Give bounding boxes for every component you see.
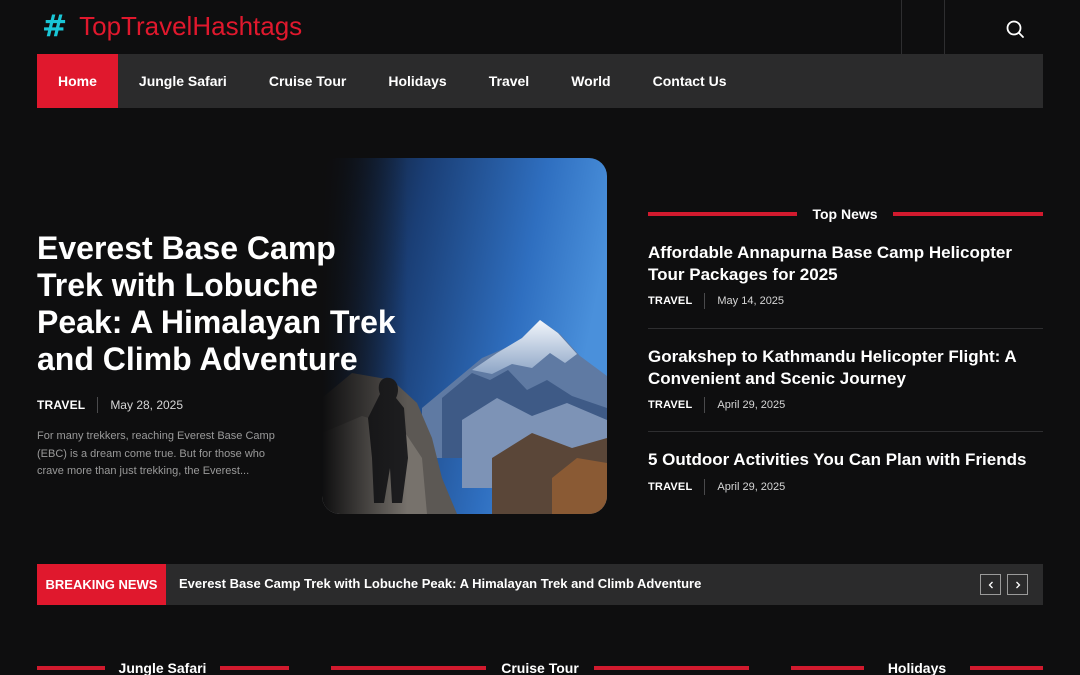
top-news-category[interactable]: TRAVEL (648, 399, 692, 411)
section-label[interactable]: Holidays (864, 660, 970, 675)
top-news-item: 5 Outdoor Activities You Can Plan with F… (648, 449, 1043, 495)
nav-item-holidays[interactable]: Holidays (367, 54, 467, 108)
heading-rule (648, 212, 797, 216)
logo-hash: # (42, 9, 68, 44)
meta-divider (704, 293, 706, 309)
top-news-item: Affordable Annapurna Base Camp Helicopte… (648, 242, 1043, 309)
nav-item-home[interactable]: Home (37, 54, 118, 108)
top-news-meta: TRAVEL May 14, 2025 (648, 293, 1043, 309)
top-news-category[interactable]: TRAVEL (648, 481, 692, 493)
hero-title[interactable]: Everest Base Camp Trek with Lobuche Peak… (37, 230, 397, 378)
nav-item-world[interactable]: World (550, 54, 631, 108)
heading-rule (791, 666, 864, 670)
section-heading-holidays: Holidays (791, 658, 1043, 675)
heading-rule (594, 666, 749, 670)
breaking-next-button[interactable] (1007, 574, 1028, 595)
nav-item-travel[interactable]: Travel (468, 54, 550, 108)
heading-rule (220, 666, 289, 670)
top-news-divider (648, 328, 1043, 329)
top-news-date: April 29, 2025 (717, 399, 786, 411)
nav-item-jungle-safari[interactable]: Jungle Safari (118, 54, 248, 108)
heading-rule (893, 212, 1043, 216)
hero-category[interactable]: TRAVEL (37, 398, 85, 412)
section-label[interactable]: Cruise Tour (486, 660, 594, 675)
meta-divider (704, 478, 706, 495)
heading-rule (970, 666, 1043, 670)
top-news-divider (648, 431, 1043, 432)
breaking-news-label: BREAKING NEWS (37, 564, 166, 605)
top-news-item: Gorakshep to Kathmandu Helicopter Flight… (648, 346, 1043, 413)
search-button[interactable] (1002, 16, 1028, 42)
meta-divider (704, 397, 706, 413)
chevron-left-icon (988, 581, 993, 588)
section-label[interactable]: Jungle Safari (105, 660, 220, 675)
site-logo[interactable]: # TopTravelHashtags (42, 9, 302, 44)
top-news-date: May 14, 2025 (717, 295, 785, 307)
site-header: # TopTravelHashtags (0, 0, 1080, 54)
search-icon (1006, 20, 1024, 38)
hero-meta: TRAVEL May 28, 2025 (37, 397, 183, 413)
hero-date: May 28, 2025 (110, 398, 184, 412)
top-news-heading: Top News (648, 204, 1043, 224)
top-news-title[interactable]: 5 Outdoor Activities You Can Plan with F… (648, 449, 1043, 471)
heading-rule (331, 666, 486, 670)
breaking-news-headline[interactable]: Everest Base Camp Trek with Lobuche Peak… (179, 564, 701, 603)
section-heading-cruise-tour: Cruise Tour (331, 658, 749, 675)
heading-rule (37, 666, 105, 670)
top-news-date: April 29, 2025 (717, 480, 786, 493)
section-heading-jungle-safari: Jungle Safari (37, 658, 289, 675)
meta-divider (97, 397, 99, 413)
top-news-label: Top News (812, 206, 878, 222)
header-divider (944, 0, 945, 54)
logo-text: TopTravelHashtags (79, 11, 303, 41)
breaking-news-bar: BREAKING NEWS Everest Base Camp Trek wit… (37, 564, 1043, 605)
chevron-right-icon (1015, 581, 1020, 588)
top-news-title[interactable]: Affordable Annapurna Base Camp Helicopte… (648, 242, 1043, 285)
main-nav: Home Jungle Safari Cruise Tour Holidays … (37, 54, 1043, 108)
top-news-title[interactable]: Gorakshep to Kathmandu Helicopter Flight… (648, 346, 1043, 389)
top-news-meta: TRAVEL April 29, 2025 (648, 478, 1043, 495)
top-news-meta: TRAVEL April 29, 2025 (648, 397, 1043, 413)
hero-excerpt: For many trekkers, reaching Everest Base… (37, 430, 275, 478)
top-news-category[interactable]: TRAVEL (648, 295, 692, 307)
nav-item-cruise-tour[interactable]: Cruise Tour (248, 54, 368, 108)
header-divider (901, 0, 902, 54)
breaking-prev-button[interactable] (980, 574, 1001, 595)
nav-item-contact-us[interactable]: Contact Us (632, 54, 748, 108)
